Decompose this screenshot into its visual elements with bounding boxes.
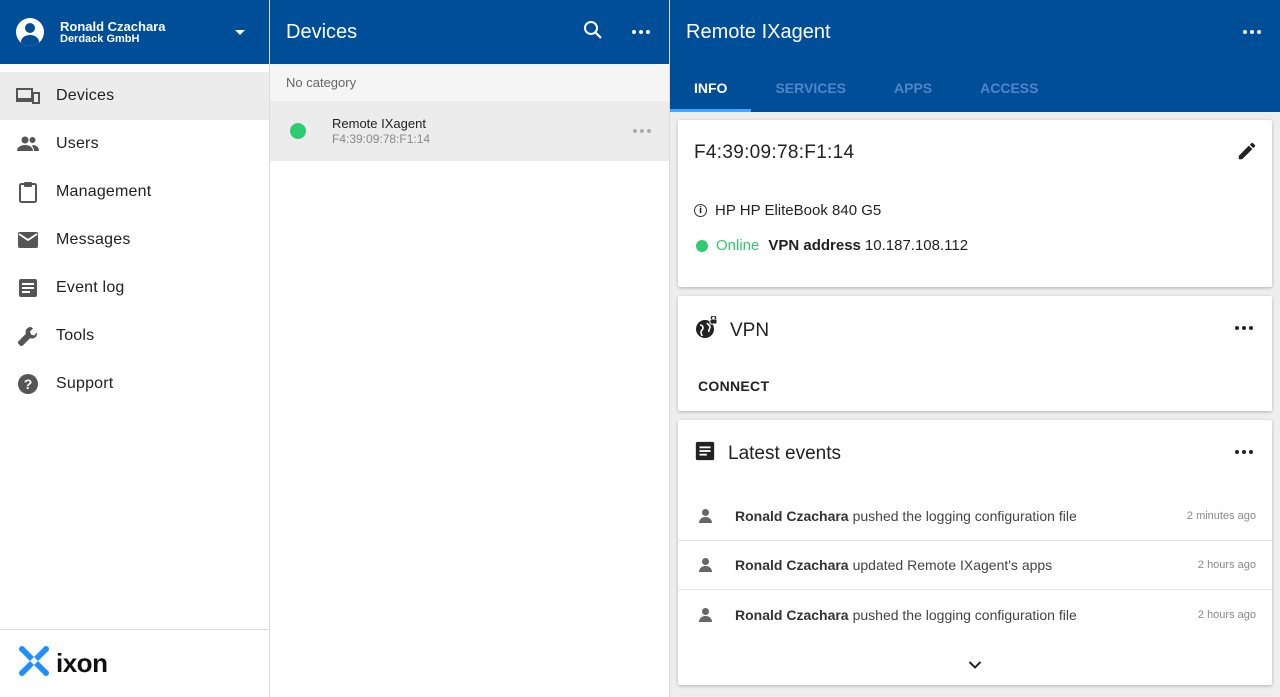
edit-button[interactable]: [1236, 140, 1258, 167]
tab-apps[interactable]: APPS: [870, 64, 956, 112]
sidebar: Ronald Czachara Derdack GmbH Devices Use…: [0, 0, 270, 697]
search-button[interactable]: [569, 8, 617, 56]
event-user: Ronald Czachara: [735, 606, 849, 623]
user-menu[interactable]: Ronald Czachara Derdack GmbH: [0, 0, 269, 64]
help-icon: ?: [16, 372, 40, 396]
device-model: i HP HP EliteBook 840 G5: [694, 202, 881, 219]
devices-more-button[interactable]: [617, 8, 665, 56]
search-icon: [583, 20, 603, 45]
sidebar-nav: Devices Users Management Messages Event …: [0, 64, 269, 408]
sidebar-item-label: Users: [56, 135, 99, 152]
device-list-item[interactable]: Remote IXagent F4:39:09:78:F1:14: [270, 101, 669, 161]
device-info-card: F4:39:09:78:F1:14 i HP HP EliteBook 840 …: [678, 120, 1272, 287]
vpn-globe-lock-icon: [694, 315, 718, 345]
more-icon: [1235, 450, 1253, 454]
sidebar-item-event-log[interactable]: Event log: [0, 264, 269, 312]
vpn-title: VPN: [730, 319, 770, 341]
more-icon: [1235, 326, 1253, 330]
mail-icon: [16, 228, 40, 252]
person-icon: [698, 558, 712, 572]
sidebar-item-tools[interactable]: Tools: [0, 312, 269, 360]
event-description: updated Remote IXagent's apps: [852, 557, 1053, 573]
wrench-icon: [16, 324, 40, 348]
status-label: Online: [716, 237, 760, 254]
latest-events-card: Latest events Ronald Czachara pushed the …: [678, 420, 1272, 685]
device-more-icon[interactable]: [633, 129, 651, 133]
more-icon: [632, 30, 650, 34]
vpn-address-value: 10.187.108.112: [864, 237, 969, 254]
devices-header: Devices: [270, 0, 669, 64]
brand-logo: ixon: [0, 629, 269, 697]
vpn-more-button[interactable]: [1228, 316, 1260, 340]
sidebar-item-label: Support: [56, 375, 114, 392]
user-name: Ronald Czachara: [60, 18, 166, 34]
sidebar-item-label: Tools: [56, 327, 95, 344]
online-status-icon: [696, 239, 708, 252]
expand-events-button[interactable]: [965, 658, 985, 674]
list-item: Ronald Czachara updated Remote IXagent's …: [678, 541, 1272, 590]
ixon-logo-icon: [16, 643, 52, 684]
sidebar-item-management[interactable]: Management: [0, 168, 269, 216]
info-icon: i: [694, 204, 707, 217]
online-status-icon: [290, 123, 306, 139]
event-time: 2 hours ago: [1197, 559, 1256, 571]
tab-access[interactable]: ACCESS: [956, 64, 1062, 112]
detail-title: Remote IXagent: [686, 20, 831, 43]
more-icon: [1243, 30, 1261, 34]
detail-tabs: INFO SERVICES APPS ACCESS: [670, 64, 1280, 112]
person-icon: [698, 607, 712, 622]
person-icon: [698, 509, 712, 523]
brand-name: ixon: [56, 648, 108, 678]
chevron-down-icon[interactable]: [235, 29, 245, 35]
sidebar-item-support[interactable]: ? Support: [0, 360, 269, 408]
list-item: Ronald Czachara pushed the logging config…: [678, 590, 1272, 639]
vpn-card: VPN CONNECT: [678, 296, 1272, 411]
user-org: Derdack GmbH: [60, 32, 140, 45]
svg-text:?: ?: [24, 376, 33, 392]
tab-info[interactable]: INFO: [670, 64, 752, 112]
event-log-icon: [16, 276, 40, 300]
events-list: Ronald Czachara pushed the logging config…: [678, 492, 1272, 639]
list-item: Ronald Czachara pushed the logging config…: [678, 492, 1272, 541]
event-user: Ronald Czachara: [735, 508, 849, 524]
sidebar-item-label: Devices: [56, 87, 115, 104]
sidebar-item-messages[interactable]: Messages: [0, 216, 269, 264]
page-title: Devices: [286, 20, 358, 43]
pencil-icon: [1236, 142, 1258, 166]
category-header: No category: [270, 64, 669, 101]
sidebar-item-devices[interactable]: Devices: [0, 72, 269, 120]
sidebar-item-label: Messages: [56, 231, 131, 248]
sidebar-item-users[interactable]: Users: [0, 120, 269, 168]
sidebar-item-label: Event log: [56, 279, 125, 296]
device-mac: F4:39:09:78:F1:14: [332, 132, 431, 146]
tab-services[interactable]: SERVICES: [751, 64, 870, 112]
event-time: 2 minutes ago: [1186, 510, 1256, 522]
events-more-button[interactable]: [1228, 440, 1260, 464]
device-status: Online VPN address 10.187.108.112: [696, 237, 968, 254]
event-user: Ronald Czachara: [735, 557, 849, 573]
detail-header: Remote IXagent INFO SERVICES APPS ACCESS: [670, 0, 1280, 112]
sidebar-item-label: Management: [56, 183, 152, 200]
device-model-label: HP HP EliteBook 840 G5: [715, 202, 882, 219]
clipboard-icon: [16, 180, 40, 204]
detail-more-button[interactable]: [1228, 8, 1276, 56]
account-icon: [16, 18, 44, 46]
device-mac-title: F4:39:09:78:F1:14: [694, 142, 855, 163]
event-log-icon: [694, 440, 716, 467]
event-time: 2 hours ago: [1197, 608, 1256, 621]
chevron-down-icon: [968, 657, 982, 675]
device-name: Remote IXagent: [332, 116, 426, 131]
device-detail: Remote IXagent INFO SERVICES APPS ACCESS…: [670, 0, 1280, 697]
devices-panel: Devices No category Remote IXagent F4:39…: [270, 0, 670, 697]
devices-icon: [16, 84, 40, 108]
event-description: pushed the logging configuration file: [852, 606, 1077, 623]
connect-button[interactable]: CONNECT: [690, 372, 777, 400]
event-description: pushed the logging configuration file: [852, 508, 1077, 524]
events-title: Latest events: [728, 442, 842, 464]
users-icon: [16, 132, 40, 156]
vpn-address-label: VPN address: [768, 237, 861, 254]
